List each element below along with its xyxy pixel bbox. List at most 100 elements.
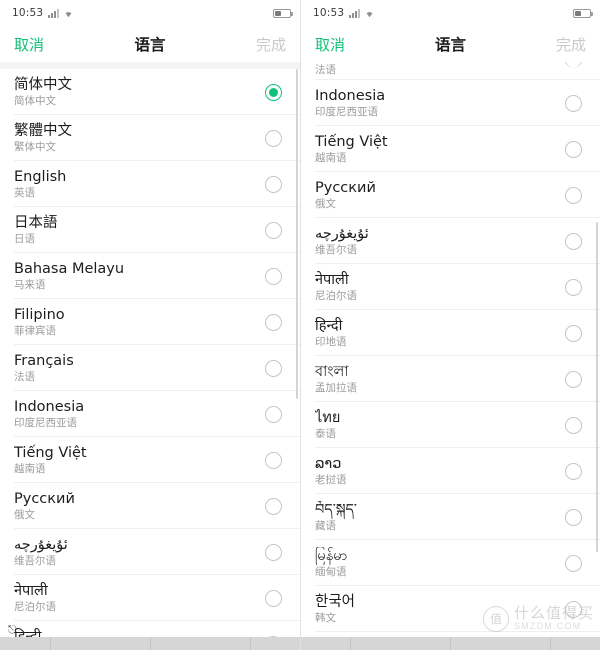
radio-button[interactable] <box>565 232 582 250</box>
language-chinese-name: 英语 <box>14 187 35 199</box>
language-row[interactable]: བོད་སྐད་ 藏语 <box>301 494 600 540</box>
scrollbar-left[interactable] <box>296 69 298 650</box>
language-row[interactable]: Русский 俄文 <box>0 483 300 529</box>
radio-button[interactable] <box>565 600 582 618</box>
wifi-icon <box>364 9 375 18</box>
radio-button[interactable] <box>565 186 582 204</box>
language-row-texts: བོད་སྐད་ 藏语 <box>315 501 565 533</box>
radio-button[interactable] <box>265 543 282 561</box>
scrollbar-right[interactable] <box>596 62 598 650</box>
language-row[interactable]: Français 法语 <box>0 345 300 391</box>
language-chinese-name: 印度尼西亚语 <box>315 106 378 118</box>
phone-screen-right: 10:53 取消 语言 完成 Français法语 Indonesia 印度尼西亚语… <box>300 0 600 650</box>
language-native-name: ئۇيغۇرچە <box>315 225 369 242</box>
radio-button[interactable] <box>565 554 582 572</box>
system-nav-bar-left[interactable] <box>0 637 300 650</box>
radio-button[interactable] <box>565 278 582 296</box>
cancel-button[interactable]: 取消 <box>315 34 345 55</box>
language-row[interactable]: Tiếng Việt 越南语 <box>0 437 300 483</box>
language-row[interactable]: नेपाली 尼泊尔语 <box>0 575 300 621</box>
radio-button[interactable] <box>265 405 282 423</box>
language-list-left[interactable]: 简体中文 简体中文繁體中文 繁体中文 English 英语日本語 日语 Bahasa Mel… <box>0 69 300 650</box>
language-row-partial[interactable]: Français法语 <box>301 62 600 80</box>
language-row[interactable]: English 英语 <box>0 161 300 207</box>
language-row-texts: 한국어 韩文 <box>315 593 565 625</box>
language-row[interactable]: 日本語 日语 <box>0 207 300 253</box>
language-row[interactable]: हिन्दी 印地语 <box>301 310 600 356</box>
language-chinese-name: 法语 <box>14 371 35 383</box>
language-chinese-name: 日语 <box>14 233 35 245</box>
language-chinese-name: 法语 <box>315 63 336 76</box>
language-row[interactable]: Filipino 菲律宾语 <box>0 299 300 345</box>
done-button[interactable]: 完成 <box>556 34 586 55</box>
status-bar-right: 10:53 <box>301 0 600 26</box>
radio-button[interactable] <box>265 267 282 285</box>
done-button[interactable]: 完成 <box>256 34 286 55</box>
language-chinese-name: 俄文 <box>14 509 35 521</box>
language-row-texts: Filipino 菲律宾语 <box>14 306 265 338</box>
battery-icon <box>573 8 593 18</box>
language-row[interactable]: မြန်မာ 缅甸语 <box>301 540 600 586</box>
language-row[interactable]: 한국어 韩文 <box>301 586 600 632</box>
language-native-name: नेपाली <box>14 582 48 599</box>
language-native-name: 한국어 <box>315 593 356 610</box>
radio-button[interactable] <box>265 359 282 377</box>
phone-screen-left: 10:53 取消 语言 完成 简体中文 简体中文 繁體中文 繁体中文 English 英语… <box>0 0 300 650</box>
language-row[interactable]: Bahasa Melayu 马来语 <box>0 253 300 299</box>
language-chinese-name: 尼泊尔语 <box>14 601 56 613</box>
radio-button[interactable] <box>565 94 582 112</box>
language-row-texts: Indonesia 印度尼西亚语 <box>14 398 265 430</box>
language-row-texts: ລາວ 老挝语 <box>315 455 565 487</box>
radio-button[interactable] <box>565 416 582 434</box>
language-row[interactable]: বাংলা 孟加拉语 <box>301 356 600 402</box>
language-row[interactable]: Tiếng Việt 越南语 <box>301 126 600 172</box>
nav-back-icon[interactable]: ⎋ <box>8 624 17 637</box>
radio-button[interactable] <box>265 313 282 331</box>
radio-button[interactable] <box>565 508 582 526</box>
language-row[interactable]: Русский 俄文 <box>301 172 600 218</box>
language-chinese-name: 繁体中文 <box>14 141 56 153</box>
header-shadow <box>0 62 300 69</box>
language-chinese-name: 俄文 <box>315 198 336 210</box>
language-native-name: မြန်မာ <box>315 547 348 564</box>
radio-button[interactable] <box>265 589 282 607</box>
language-row-texts: 繁體中文 繁体中文 <box>14 122 265 154</box>
language-chinese-name: 印度尼西亚语 <box>14 417 77 429</box>
language-row[interactable]: ئۇيغۇرچە 维吾尔语 <box>0 529 300 575</box>
language-row[interactable]: ລາວ 老挝语 <box>301 448 600 494</box>
radio-button[interactable] <box>565 324 582 342</box>
language-chinese-name: 尼泊尔语 <box>315 290 357 302</box>
system-nav-bar-right[interactable] <box>301 637 600 650</box>
radio-button-selected[interactable] <box>265 83 282 101</box>
language-row[interactable]: Indonesia 印度尼西亚语 <box>301 80 600 126</box>
language-chinese-name: 缅甸语 <box>315 566 347 578</box>
language-chinese-name: 泰语 <box>315 428 336 440</box>
radio-button[interactable] <box>565 140 582 158</box>
radio-button[interactable] <box>265 175 282 193</box>
language-native-name: Tiếng Việt <box>315 133 388 150</box>
wifi-icon <box>63 9 74 18</box>
radio-button[interactable] <box>565 62 582 68</box>
radio-button[interactable] <box>265 451 282 469</box>
language-row[interactable]: 繁體中文 繁体中文 <box>0 115 300 161</box>
language-native-name: English <box>14 168 67 185</box>
language-chinese-name: 维吾尔语 <box>14 555 56 567</box>
language-native-name: བོད་སྐད་ <box>315 501 357 518</box>
radio-button[interactable] <box>565 370 582 388</box>
language-row-texts: မြန်မာ 缅甸语 <box>315 547 565 579</box>
language-list-right[interactable]: Français法语 Indonesia 印度尼西亚语 Tiếng Việt 越南语 Ру… <box>301 62 600 650</box>
status-icons <box>349 8 375 18</box>
language-row[interactable]: 简体中文 简体中文 <box>0 69 300 115</box>
radio-button[interactable] <box>265 221 282 239</box>
language-row-texts: Русский 俄文 <box>14 490 265 522</box>
radio-button[interactable] <box>265 497 282 515</box>
language-row[interactable]: Indonesia 印度尼西亚语 <box>0 391 300 437</box>
language-row[interactable]: ئۇيغۇرچە 维吾尔语 <box>301 218 600 264</box>
radio-button[interactable] <box>265 129 282 147</box>
language-row[interactable]: नेपाली 尼泊尔语 <box>301 264 600 310</box>
language-row-texts: Tiếng Việt 越南语 <box>315 133 565 165</box>
language-row[interactable]: ไทย 泰语 <box>301 402 600 448</box>
cancel-button[interactable]: 取消 <box>14 34 44 55</box>
radio-button[interactable] <box>565 462 582 480</box>
status-icons <box>48 8 74 18</box>
